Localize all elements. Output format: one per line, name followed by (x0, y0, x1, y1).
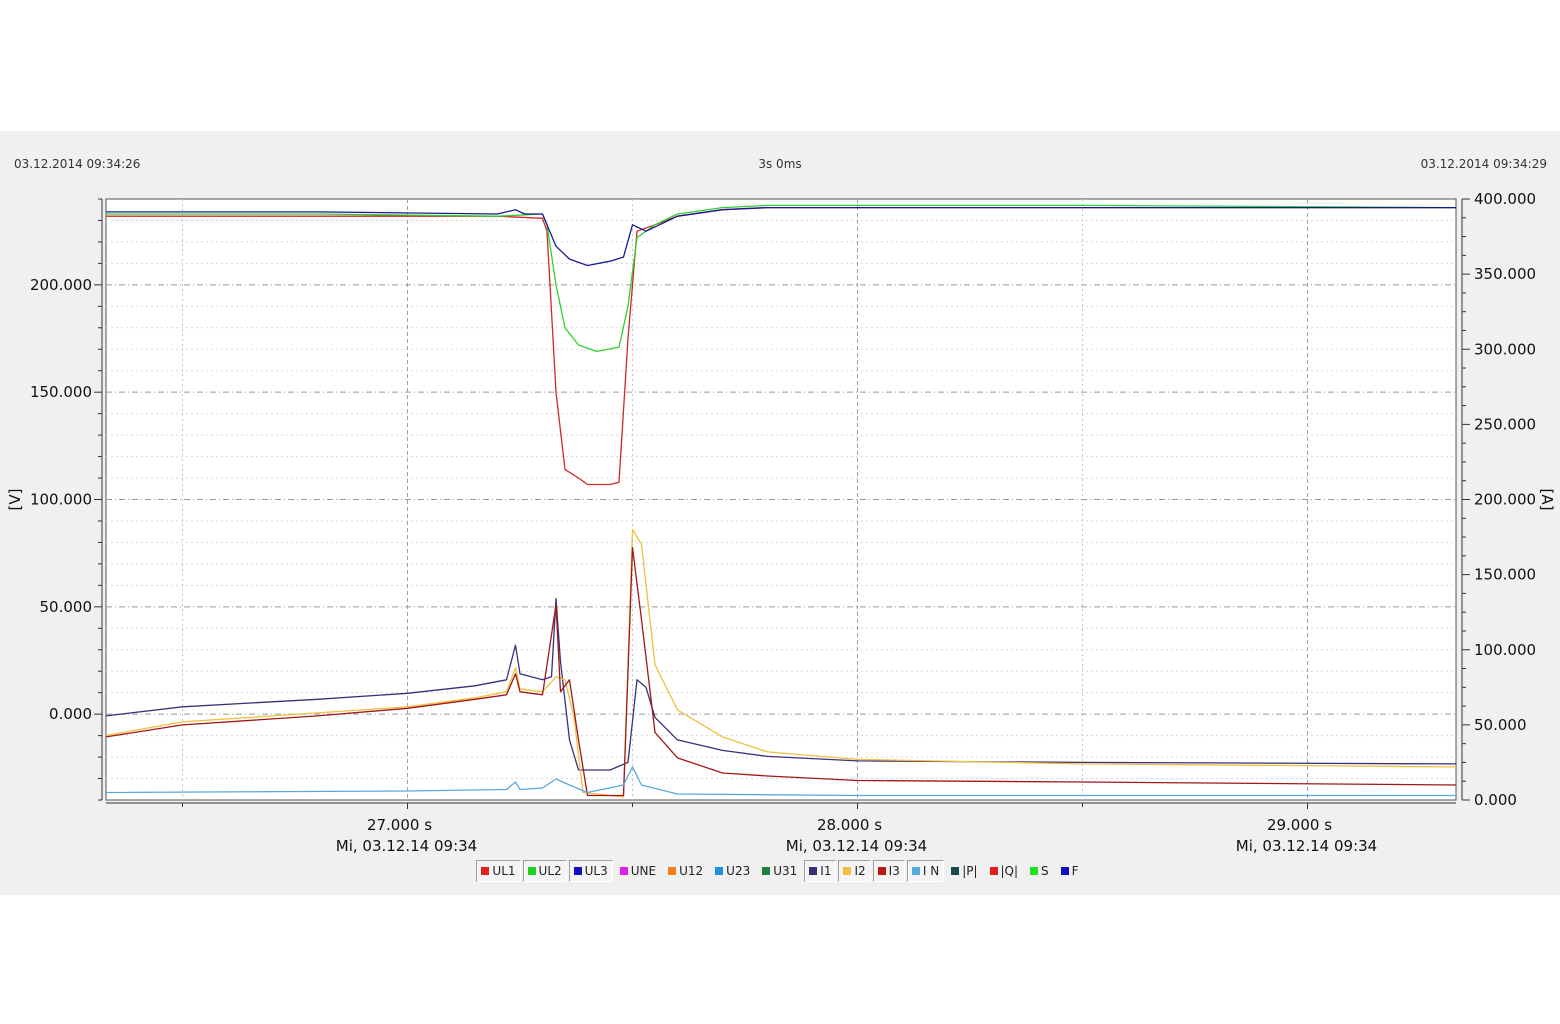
right-tick-label: 200.000 (1474, 491, 1536, 509)
x-tick-date-label: Mi, 03.12.14 09:34 (1236, 837, 1377, 855)
right-tick-label: 50.000 (1474, 716, 1527, 734)
right-tick-label: 100.000 (1474, 641, 1536, 659)
right-tick-label: 250.000 (1474, 415, 1536, 433)
legend-item-i2[interactable]: I2 (838, 860, 871, 882)
left-tick-label: 50.000 (40, 598, 93, 616)
legend-swatch (951, 867, 960, 875)
right-tick-label: 300.000 (1474, 340, 1536, 358)
legend-label: U12 (679, 864, 704, 878)
legend-item-f[interactable]: F (1056, 860, 1084, 882)
legend-swatch (989, 867, 998, 875)
legend-item-q[interactable]: |Q| (985, 860, 1024, 882)
left-tick-label: 150.000 (30, 383, 92, 401)
right-tick-label: 400.000 (1474, 190, 1536, 208)
x-tick-date-label: Mi, 03.12.14 09:34 (336, 837, 477, 855)
legend-label: I3 (888, 864, 900, 878)
legend-swatch (619, 867, 628, 875)
right-tick-label: 350.000 (1474, 265, 1536, 283)
legend-item-ul1[interactable]: UL1 (476, 860, 521, 882)
legend-item-s[interactable]: S (1025, 860, 1054, 882)
legend-swatch (481, 867, 490, 875)
legend-label: I1 (820, 864, 832, 878)
x-tick-label: 29.000 s (1267, 816, 1332, 834)
legend-item-u23[interactable]: U23 (710, 860, 755, 882)
legend-item-u31[interactable]: U31 (757, 860, 802, 882)
legend-item-ul3[interactable]: UL3 (568, 860, 613, 882)
legend-item-u12[interactable]: U12 (663, 860, 708, 882)
left-tick-label: 200.000 (30, 276, 92, 294)
left-tick-label: 100.000 (30, 491, 92, 509)
legend-item-ul2[interactable]: UL2 (522, 860, 567, 882)
legend-swatch (1060, 867, 1069, 875)
legend-label: UL1 (492, 864, 516, 878)
legend-swatch (762, 867, 771, 875)
legend-label: UNE (630, 864, 657, 878)
x-tick-label: 28.000 s (817, 816, 882, 834)
legend-label: U31 (773, 864, 798, 878)
left-tick-label: 0.000 (49, 705, 92, 723)
legend-item-i1[interactable]: I1 (804, 860, 837, 882)
legend-swatch (1030, 867, 1039, 875)
legend-item-une[interactable]: UNE (615, 860, 661, 882)
legend-label: |P| (962, 864, 978, 878)
legend-label: UL2 (538, 864, 562, 878)
legend-label: U23 (726, 864, 751, 878)
x-tick-date-label: Mi, 03.12.14 09:34 (786, 837, 927, 855)
legend-label: UL3 (584, 864, 608, 878)
legend-item-in[interactable]: I N (906, 860, 945, 882)
legend: UL1 UL2 UL3 UNE U12 U23 U31 I1 I2 I3 I N |P| |Q| S F (0, 859, 1560, 883)
legend-swatch (668, 867, 677, 875)
right-tick-label: 0.000 (1474, 791, 1517, 809)
legend-swatch (527, 867, 536, 875)
legend-label: |Q| (1000, 864, 1019, 878)
x-tick-label: 27.000 s (367, 816, 432, 834)
legend-item-i3[interactable]: I3 (872, 860, 905, 882)
legend-swatch (843, 867, 852, 875)
legend-swatch (877, 867, 886, 875)
legend-label: I N (922, 864, 940, 878)
legend-swatch (911, 867, 920, 875)
legend-swatch (573, 867, 582, 875)
right-tick-label: 150.000 (1474, 566, 1536, 584)
legend-label: S (1041, 864, 1049, 878)
legend-swatch (809, 867, 818, 875)
right-axis-title: [A] (1538, 489, 1556, 511)
legend-label: I2 (854, 864, 866, 878)
legend-label: F (1071, 864, 1079, 878)
left-axis-title: [V] (6, 489, 24, 511)
legend-swatch (715, 867, 724, 875)
legend-item-p[interactable]: |P| (946, 860, 982, 882)
